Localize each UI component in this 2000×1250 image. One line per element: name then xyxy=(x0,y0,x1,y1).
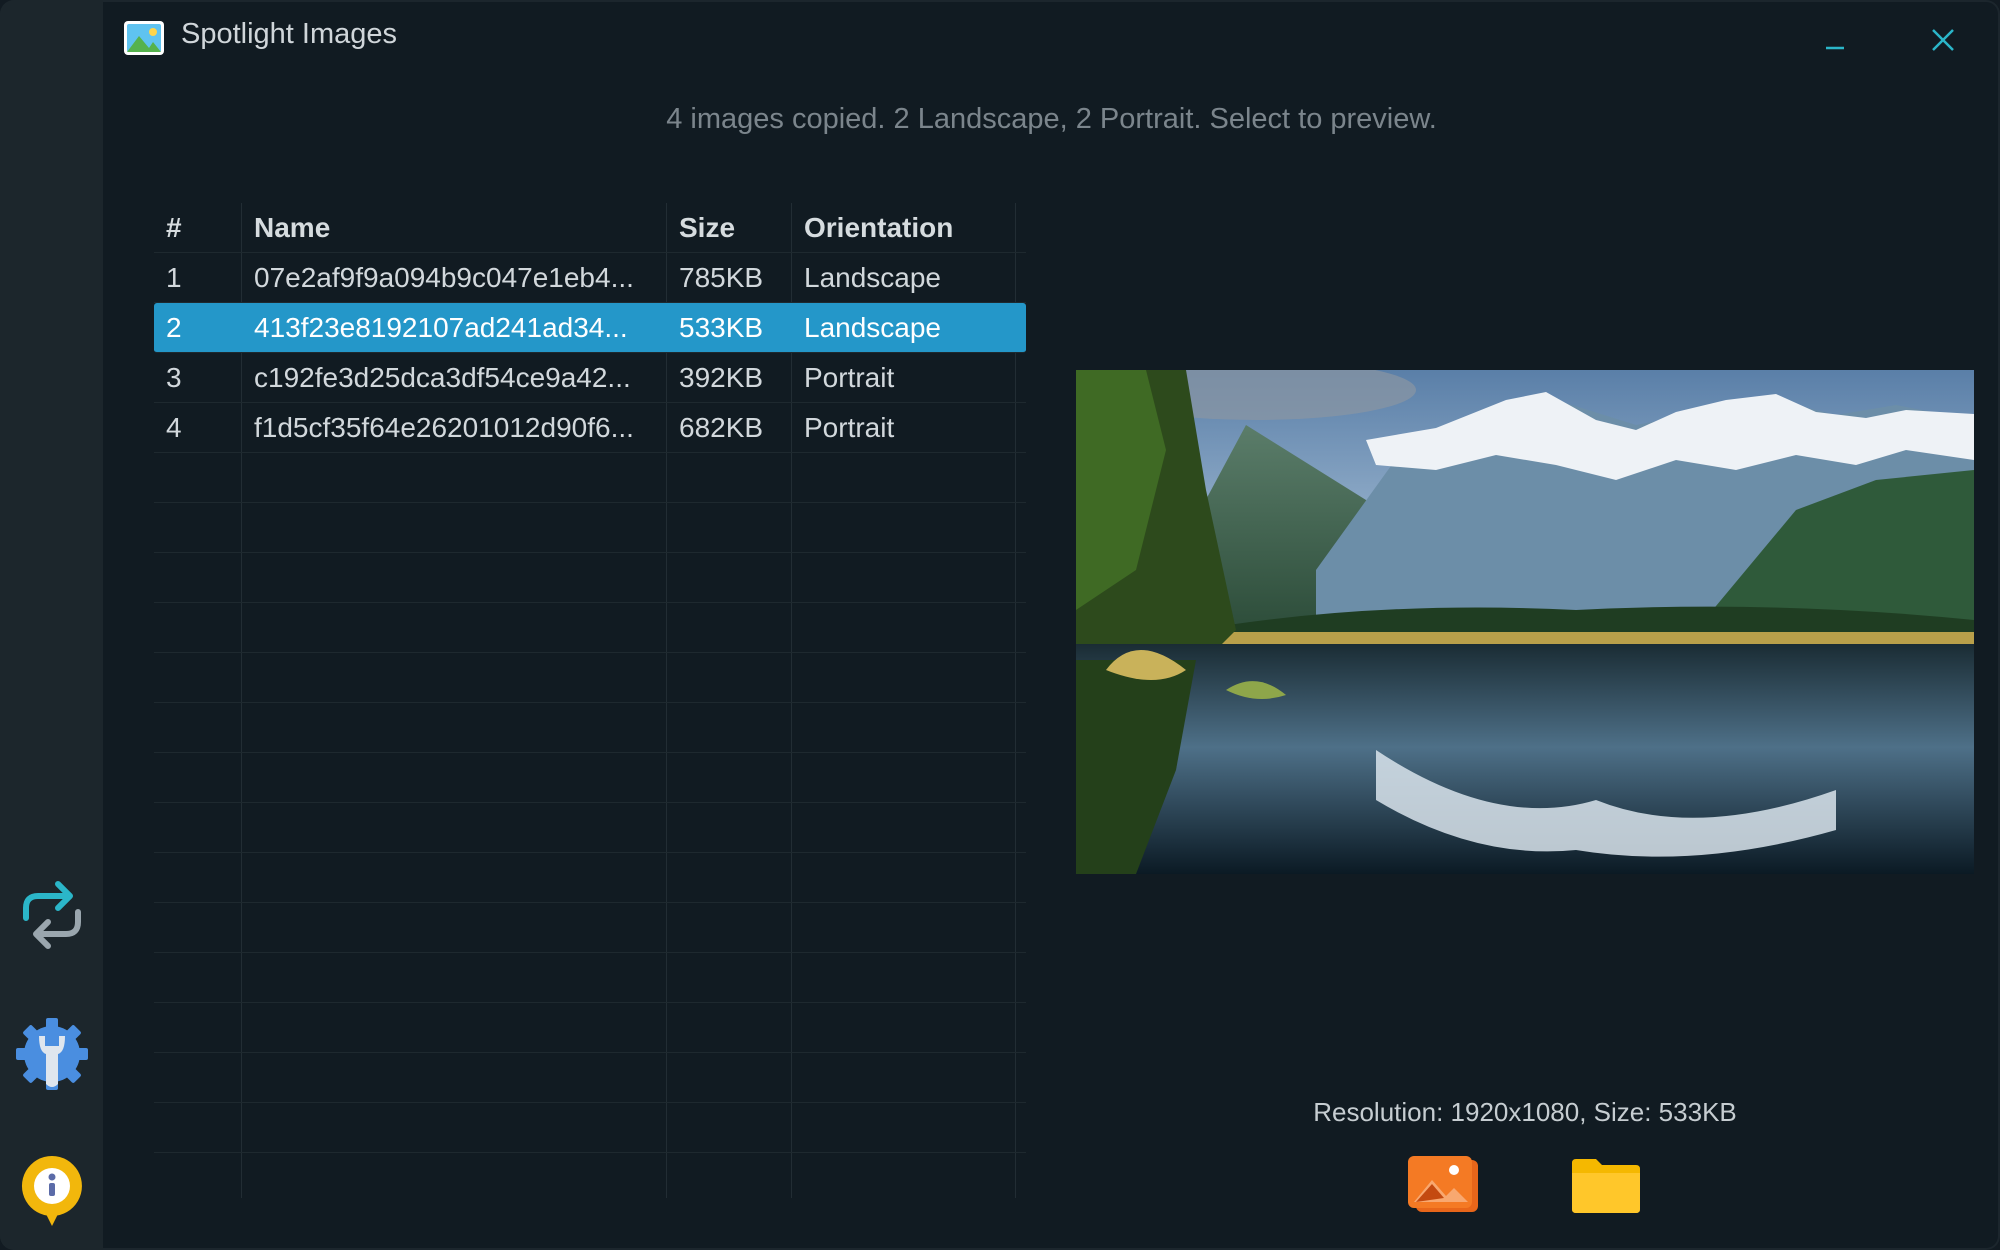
minimize-icon xyxy=(1826,46,1844,50)
table-row[interactable]: 1 07e2af9f9a094b9c047e1eb4... 785KB Land… xyxy=(154,253,1026,303)
row-number: 3 xyxy=(166,362,182,393)
open-folder-button[interactable] xyxy=(1566,1150,1646,1220)
app-title: Spotlight Images xyxy=(181,18,398,50)
row-size: 785KB xyxy=(679,262,764,293)
empty-row xyxy=(154,1003,1026,1053)
row-name: 07e2af9f9a094b9c047e1eb4... xyxy=(254,262,634,293)
row-size: 533KB xyxy=(679,312,764,343)
image-icon xyxy=(1408,1156,1478,1212)
row-orientation: Landscape xyxy=(804,312,942,343)
empty-row xyxy=(154,803,1026,853)
image-preview[interactable] xyxy=(1076,370,1974,874)
status-message: 4 images copied. 2 Landscape, 2 Portrait… xyxy=(666,103,1437,135)
row-number: 2 xyxy=(166,312,182,343)
row-name: 413f23e8192107ad241ad34... xyxy=(254,312,628,343)
table-row[interactable]: 4 f1d5cf35f64e26201012d90f6... 682KB Por… xyxy=(154,403,1026,453)
empty-row xyxy=(154,903,1026,953)
column-header-orientation[interactable]: Orientation xyxy=(804,203,1014,253)
close-icon xyxy=(1932,29,1954,51)
settings-wrench-gear-icon xyxy=(16,1018,88,1090)
empty-row xyxy=(154,703,1026,753)
column-header-name[interactable]: Name xyxy=(254,203,674,253)
empty-row xyxy=(154,503,1026,553)
info-icon xyxy=(21,1156,82,1226)
sidebar xyxy=(0,0,103,1250)
row-name: c192fe3d25dca3df54ce9a42... xyxy=(254,362,631,393)
minimize-button[interactable] xyxy=(1813,18,1857,62)
image-info: Resolution: 1920x1080, Size: 533KB xyxy=(1313,1097,1737,1127)
row-size: 682KB xyxy=(679,412,764,443)
row-name: f1d5cf35f64e26201012d90f6... xyxy=(254,412,634,443)
empty-row xyxy=(154,653,1026,703)
empty-row xyxy=(154,753,1026,803)
table-header: # Name Size Orientation xyxy=(154,203,1026,253)
row-orientation: Portrait xyxy=(804,412,895,443)
empty-row xyxy=(154,1053,1026,1103)
table-row-selected[interactable]: 2 413f23e8192107ad241ad34... 533KB Lands… xyxy=(154,303,1026,353)
row-number: 4 xyxy=(166,412,182,443)
sync-button[interactable] xyxy=(12,874,92,954)
row-size: 392KB xyxy=(679,362,764,393)
row-orientation: Portrait xyxy=(804,362,895,393)
close-button[interactable] xyxy=(1921,18,1965,62)
app-logo-icon xyxy=(124,21,164,55)
empty-row xyxy=(154,453,1026,503)
folder-icon xyxy=(1572,1159,1640,1213)
settings-button[interactable] xyxy=(12,1014,92,1094)
app-window: Spotlight Images 4 images copied. 2 Land… xyxy=(0,0,2000,1250)
empty-row xyxy=(154,1103,1026,1153)
sync-arrows-icon xyxy=(23,881,81,949)
about-button[interactable] xyxy=(12,1150,92,1230)
column-header-size[interactable]: Size xyxy=(679,203,799,253)
column-header-number[interactable]: # xyxy=(166,203,236,253)
empty-row xyxy=(154,553,1026,603)
set-wallpaper-button[interactable] xyxy=(1404,1150,1484,1220)
row-orientation: Landscape xyxy=(804,262,942,293)
landscape-preview-image xyxy=(1076,370,1974,874)
empty-row xyxy=(154,853,1026,903)
row-number: 1 xyxy=(166,262,182,293)
images-table: # Name Size Orientation 1 07e2af9f9a094b… xyxy=(154,203,1026,1198)
title-bar: Spotlight Images xyxy=(103,0,2000,78)
table-row[interactable]: 3 c192fe3d25dca3df54ce9a42... 392KB Port… xyxy=(154,353,1026,403)
empty-row xyxy=(154,603,1026,653)
empty-row xyxy=(154,953,1026,1003)
